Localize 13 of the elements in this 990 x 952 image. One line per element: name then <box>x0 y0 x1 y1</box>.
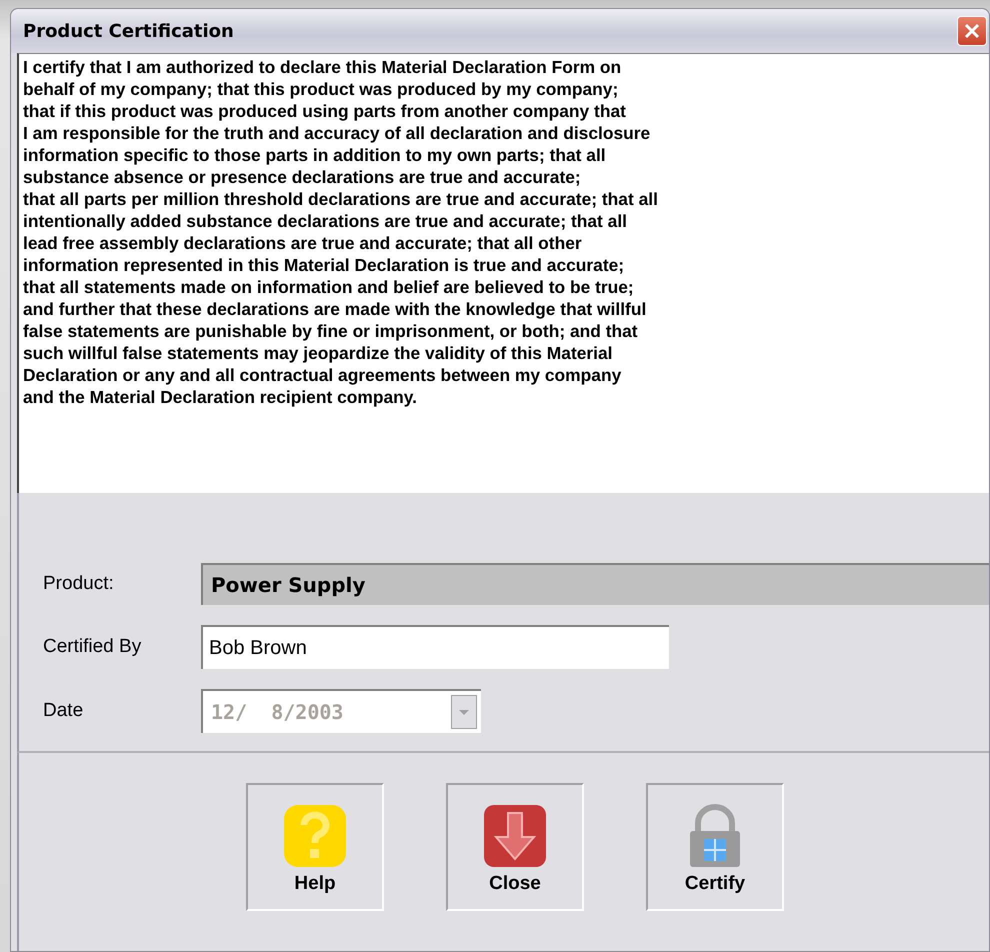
help-button[interactable]: Help <box>246 783 384 911</box>
certified-by-input[interactable]: Bob Brown <box>201 625 669 669</box>
close-icon <box>963 22 981 40</box>
field-label: Product: <box>43 573 115 595</box>
product-field: Power Supply <box>201 563 989 605</box>
field-label: Certified By <box>43 636 142 658</box>
certification-statement: I certify that I am authorized to declare this Material Declaration Form on behalf of my company; that this product was produced by my company; that if this product was produced using parts from another company that I am responsible for the truth and accuracy of all declaration and disclosure information specific to those parts in addition to my own parts; that all substance absence or presence declarations are true and accurate; that all parts per million threshold declarations are true and accurate; that all intentionally added substance declarations are true and accurate; that all lead free assembly declarations are true and accurate; that all other information represented in this Material Declaration is true and accurate; that all statements made on information and belief are believed to be true; and further that these declarations are made with the knowledge that willful false statements are punishable by fine or imprisonment, or both; and that such willful false statements may jeopardize the validity of this Material Declaration or any and all contractual agreements between my company and the Material Declaration recipient company. <box>17 53 989 493</box>
window-title: Product Certification <box>23 20 235 42</box>
certify-button[interactable]: Certify <box>646 783 784 911</box>
close-button[interactable]: Close <box>446 783 584 911</box>
dropdown-icon <box>451 695 477 729</box>
close-button[interactable] <box>957 16 987 46</box>
field-label: Date <box>43 700 84 722</box>
